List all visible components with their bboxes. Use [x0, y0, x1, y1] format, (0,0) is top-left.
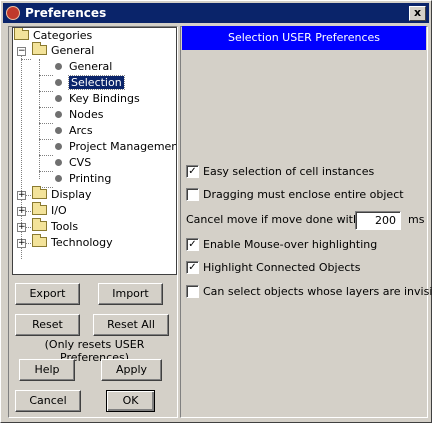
apply-button[interactable]: Apply	[101, 359, 162, 381]
cancel-move-unit: ms	[408, 213, 425, 226]
folder-icon	[32, 202, 47, 215]
leaf-bullet-icon	[55, 126, 62, 134]
leaf-bullet-icon	[55, 142, 62, 150]
ok-button[interactable]: OK	[106, 390, 155, 412]
easy-selection-row[interactable]: ✓ Easy selection of cell instances	[186, 164, 374, 180]
collapse-general-toggle[interactable]: −	[17, 47, 26, 56]
tree-folder-tools[interactable]: Tools	[32, 218, 78, 235]
tree-item-nodes[interactable]: Nodes	[55, 107, 103, 123]
folder-icon	[32, 218, 47, 231]
tree-folder-display[interactable]: Display	[32, 186, 92, 203]
leaf-bullet-icon	[55, 62, 62, 70]
tree-item-cvs[interactable]: CVS	[55, 155, 91, 171]
leaf-bullet-icon	[55, 174, 62, 182]
folder-icon	[32, 234, 47, 247]
reset-all-button[interactable]: Reset All	[93, 314, 169, 336]
highlight-connected-row[interactable]: ✓ Highlight Connected Objects	[186, 260, 360, 276]
expand-io-toggle[interactable]: +	[17, 207, 26, 216]
folder-icon	[14, 28, 29, 40]
import-button[interactable]: Import	[98, 283, 163, 305]
easy-selection-checkbox[interactable]: ✓	[186, 164, 199, 178]
tree-item-selection[interactable]: Selection	[55, 75, 125, 91]
help-button[interactable]: Help	[19, 359, 75, 381]
app-icon	[6, 6, 20, 20]
tree-root-categories[interactable]: Categories	[14, 28, 92, 44]
drag-enclose-checkbox[interactable]	[186, 187, 199, 201]
window-title: Preferences	[25, 6, 107, 20]
leaf-bullet-icon	[55, 158, 62, 166]
leaf-bullet-icon	[55, 94, 62, 102]
leaf-bullet-icon	[55, 110, 62, 118]
tree-folder-io[interactable]: I/O	[32, 202, 67, 219]
cancel-move-input[interactable]: 200	[355, 211, 401, 230]
invisible-layers-checkbox[interactable]	[186, 284, 199, 298]
reset-button[interactable]: Reset	[15, 314, 80, 336]
folder-open-icon	[32, 42, 47, 55]
folder-icon	[32, 186, 47, 199]
expand-technology-toggle[interactable]: +	[17, 239, 26, 248]
tree-item-key-bindings[interactable]: Key Bindings	[55, 91, 140, 107]
tree-folder-general[interactable]: General	[32, 42, 94, 59]
category-tree[interactable]: Categories − General General Selection K…	[12, 27, 177, 275]
tree-item-general[interactable]: General	[55, 59, 112, 75]
tree-folder-technology[interactable]: Technology	[32, 234, 113, 251]
expand-tools-toggle[interactable]: +	[17, 223, 26, 232]
cancel-move-label: Cancel move if move done within:	[186, 213, 374, 226]
tree-item-arcs[interactable]: Arcs	[55, 123, 93, 139]
export-button[interactable]: Export	[15, 283, 80, 305]
tree-item-project-management[interactable]: Project Management	[55, 139, 176, 155]
title-bar[interactable]: Preferences x	[3, 3, 429, 23]
close-button[interactable]: x	[409, 6, 426, 21]
mouse-over-row[interactable]: ✓ Enable Mouse-over highlighting	[186, 237, 377, 253]
drag-enclose-row[interactable]: Dragging must enclose entire object	[186, 187, 404, 203]
expand-display-toggle[interactable]: +	[17, 191, 26, 200]
cancel-button[interactable]: Cancel	[15, 390, 81, 412]
mouse-over-checkbox[interactable]: ✓	[186, 237, 199, 251]
invisible-layers-row[interactable]: Can select objects whose layers are invi…	[186, 284, 432, 300]
tree-item-printing[interactable]: Printing	[55, 171, 111, 187]
highlight-connected-checkbox[interactable]: ✓	[186, 260, 199, 274]
leaf-bullet-icon	[55, 78, 62, 86]
panel-header: Selection USER Preferences	[182, 26, 426, 50]
